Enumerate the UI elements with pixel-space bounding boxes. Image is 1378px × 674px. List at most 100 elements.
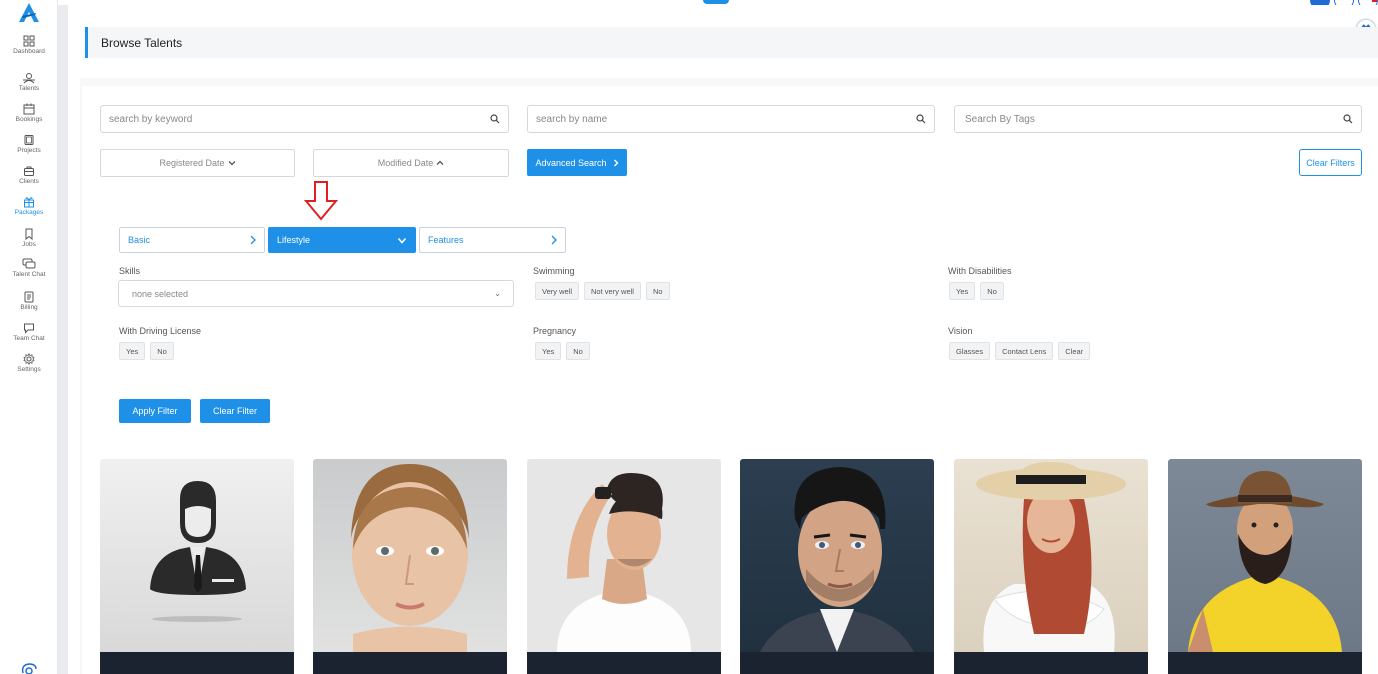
- tab-features[interactable]: Features: [419, 227, 566, 253]
- clear-filters-label: Clear Filters: [1306, 157, 1355, 168]
- swimming-option-not-very-well[interactable]: Not very well: [584, 282, 641, 300]
- driving-license-label: With Driving License: [119, 326, 202, 336]
- talent-card-footer: [1168, 652, 1362, 674]
- sidebar-item-label: Bookings: [15, 116, 43, 123]
- annotation-arrow-icon: [304, 181, 338, 221]
- swimming-label: Swimming: [533, 266, 575, 276]
- talent-photo: [351, 464, 469, 652]
- chevron-right-icon: [250, 235, 256, 245]
- sidebar-item-talents[interactable]: Talents: [0, 72, 58, 92]
- talent-card-footer: [954, 652, 1148, 674]
- pregnancy-option-yes[interactable]: Yes: [535, 342, 562, 360]
- sidebar-item-label: Billing: [20, 304, 38, 311]
- advanced-search-label: Advanced Search: [535, 157, 607, 168]
- advanced-search-button[interactable]: Advanced Search: [527, 149, 627, 176]
- search-icon[interactable]: [916, 114, 926, 124]
- sidebar-item-talent-chat[interactable]: Talent Chat: [0, 258, 58, 278]
- top-bar-indicator: [703, 0, 729, 4]
- swimming-option-no[interactable]: No: [645, 282, 670, 300]
- chat-icon: [22, 258, 36, 269]
- page-title: Browse Talents: [101, 36, 183, 50]
- sidebar-item-billing[interactable]: Billing: [0, 291, 58, 311]
- sidebar-item-label: Dashboard: [13, 48, 45, 55]
- talent-photo: [976, 462, 1126, 652]
- sidebar-item-clients[interactable]: Clients: [0, 165, 58, 185]
- sidebar-item-label: Talents: [18, 85, 40, 92]
- sidebar-item-projects[interactable]: Projects: [0, 134, 58, 154]
- registered-date-sort-button[interactable]: Registered Date: [100, 149, 295, 177]
- clear-filter-button[interactable]: Clear Filter: [200, 399, 270, 423]
- support-chat-icon[interactable]: [20, 662, 38, 674]
- talent-card[interactable]: [100, 459, 294, 674]
- tab-features-label: Features: [428, 235, 464, 245]
- disabilities-option-no[interactable]: No: [980, 282, 1004, 300]
- sidebar-item-settings[interactable]: Settings: [0, 353, 58, 373]
- sidebar-item-label: Projects: [17, 147, 41, 154]
- swimming-option-very-well[interactable]: Very well: [535, 282, 580, 300]
- vision-option-glasses[interactable]: Glasses: [949, 342, 991, 360]
- tab-lifestyle[interactable]: Lifestyle: [268, 227, 416, 253]
- name-search-placeholder: search by name: [536, 114, 608, 125]
- tags-search-placeholder: Search By Tags: [965, 114, 1035, 125]
- driving-option-no[interactable]: No: [150, 342, 174, 360]
- default-avatar-image: [150, 481, 246, 622]
- sidebar-item-label: Jobs: [22, 241, 36, 248]
- apply-filter-button[interactable]: Apply Filter: [119, 399, 191, 423]
- swimming-options: Very well Not very well No: [535, 282, 670, 300]
- talent-card[interactable]: [740, 459, 934, 674]
- apply-filter-label: Apply Filter: [132, 406, 178, 416]
- sidebar-item-label: Settings: [17, 366, 41, 373]
- talent-card[interactable]: [527, 459, 721, 674]
- sidebar-item-team-chat[interactable]: Team Chat: [0, 322, 58, 342]
- skills-select-value: none selected: [132, 289, 189, 299]
- chevron-right-icon: [613, 159, 619, 166]
- talent-card[interactable]: [954, 459, 1148, 674]
- sidebar-item-dashboard[interactable]: Dashboard: [0, 35, 58, 55]
- disabilities-option-yes[interactable]: Yes: [949, 282, 976, 300]
- sidebar-item-bookings[interactable]: Bookings: [0, 103, 58, 123]
- grid-icon: [23, 35, 35, 47]
- clear-filters-button[interactable]: Clear Filters: [1299, 149, 1362, 176]
- search-icon[interactable]: [1343, 114, 1353, 124]
- talent-card-footer: [100, 652, 294, 674]
- tab-basic-label: Basic: [128, 235, 151, 245]
- sidebar-item-label: Packages: [14, 209, 44, 216]
- talent-photo: [1188, 471, 1342, 652]
- tags-search-input[interactable]: Search By Tags: [954, 105, 1362, 133]
- clear-filter-label: Clear Filter: [212, 406, 257, 416]
- talent-photo: [760, 467, 914, 652]
- search-icon[interactable]: [490, 114, 500, 124]
- talent-card[interactable]: [1168, 459, 1362, 674]
- tab-basic[interactable]: Basic: [119, 227, 265, 253]
- caret-down-icon: ⌄: [494, 289, 501, 298]
- sidebar-item-jobs[interactable]: Jobs: [0, 228, 58, 248]
- pregnancy-option-no[interactable]: No: [566, 342, 590, 360]
- gift-icon: [24, 197, 34, 208]
- skills-select[interactable]: none selected ⌄: [118, 280, 514, 307]
- talent-card-footer: [740, 652, 934, 674]
- document-icon: [24, 291, 34, 303]
- talent-card[interactable]: [313, 459, 507, 674]
- vision-option-contact-lens[interactable]: Contact Lens: [995, 342, 1054, 360]
- chevron-down-icon: [228, 161, 235, 166]
- keyword-search-input[interactable]: search by keyword: [100, 105, 509, 133]
- vision-option-clear[interactable]: Clear: [1058, 342, 1091, 360]
- calendar-icon: [23, 103, 35, 115]
- vision-options: Glasses Contact Lens Clear: [949, 342, 1091, 360]
- keyword-search-placeholder: search by keyword: [109, 114, 193, 125]
- registered-date-label: Registered Date: [159, 158, 225, 168]
- vision-label: Vision: [948, 326, 973, 336]
- bookmark-icon: [25, 228, 33, 240]
- sidebar: Dashboard Talents Bookings Projects Clie…: [0, 0, 58, 674]
- disabilities-label: With Disabilities: [948, 266, 1012, 276]
- app-logo[interactable]: [17, 2, 41, 24]
- page-header: Browse Talents: [85, 27, 1378, 58]
- sidebar-item-packages[interactable]: Packages: [0, 196, 58, 216]
- disabilities-options: Yes No: [949, 282, 1004, 300]
- name-search-input[interactable]: search by name: [527, 105, 935, 133]
- driving-option-yes[interactable]: Yes: [119, 342, 146, 360]
- folder-icon: [24, 135, 34, 145]
- talent-card-footer: [527, 652, 721, 674]
- tab-lifestyle-label: Lifestyle: [277, 235, 311, 245]
- modified-date-sort-button[interactable]: Modified Date: [313, 149, 509, 177]
